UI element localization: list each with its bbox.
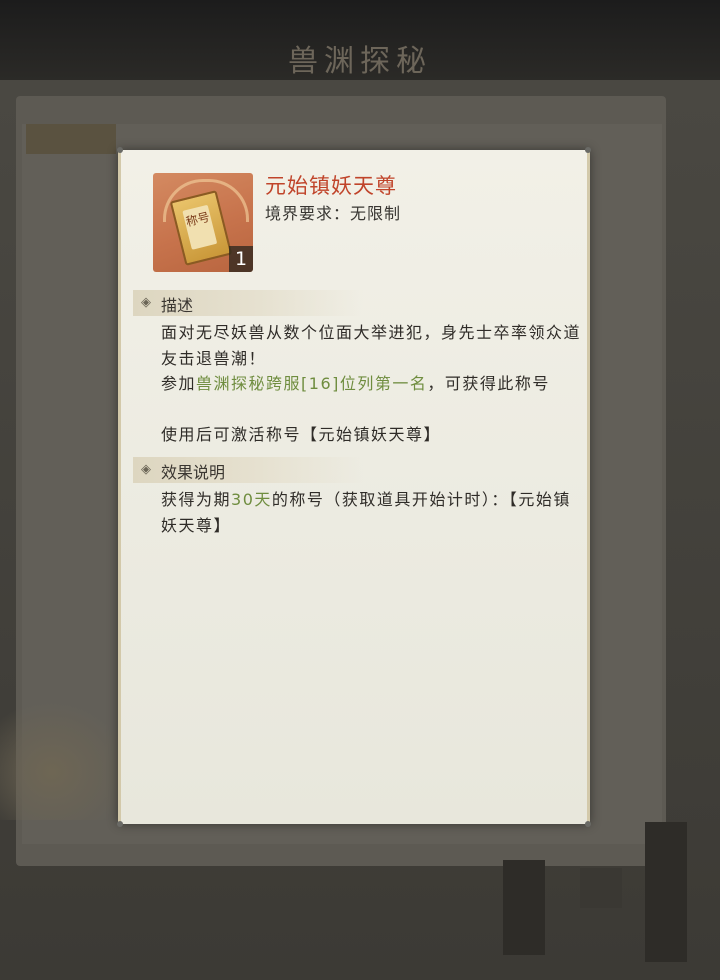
title-scroll-icon: 称号 1: [153, 173, 253, 272]
event-highlight: 兽渊探秘跨服[16]位列第一名: [196, 374, 428, 393]
background-pillar: [580, 868, 622, 908]
background-pillar: [503, 860, 545, 955]
description-line: 面对无尽妖兽从数个位面大举进犯，身先士卒率领众道友击退兽潮！: [161, 323, 582, 368]
game-screen: 兽渊探秘 称号 1 元始镇妖天尊 境界要求：无限制 ◈ 描述 面对无尽妖兽从数个…: [0, 0, 720, 980]
effect-text: 获得为期30天的称号（获取道具开始计时）：【元始镇妖天尊】: [161, 487, 581, 539]
description-line: 使用后可激活称号【元始镇妖天尊】: [161, 425, 442, 444]
diamond-bullet-icon: ◈: [141, 462, 151, 477]
effect-text-prefix: 获得为期: [161, 490, 232, 509]
panel-corner-stud: [585, 147, 591, 153]
panel-corner-stud: [117, 821, 123, 827]
duration-highlight: 30天: [231, 490, 272, 509]
diamond-bullet-icon: ◈: [141, 295, 151, 310]
background-cloud-decoration: [0, 700, 130, 820]
panel-corner-stud: [117, 147, 123, 153]
effect-header: ◈ 效果说明: [133, 457, 363, 483]
icon-book-label: 称号: [182, 204, 218, 250]
background-screen-title: 兽渊探秘: [288, 44, 432, 79]
description-header-label: 描述: [161, 296, 194, 315]
background-pillar: [645, 822, 687, 962]
description-header: ◈ 描述: [133, 290, 363, 316]
background-tab: [26, 124, 116, 154]
realm-requirement: 境界要求：无限制: [265, 204, 402, 223]
description-line: 参加兽渊探秘跨服[16]位列第一名，可获得此称号: [161, 371, 581, 397]
item-detail-panel: 称号 1 元始镇妖天尊 境界要求：无限制 ◈ 描述 面对无尽妖兽从数个位面大举进…: [117, 147, 591, 827]
effect-header-label: 效果说明: [161, 463, 226, 482]
description-text: 参加: [161, 374, 197, 393]
item-name: 元始镇妖天尊: [265, 174, 397, 198]
panel-corner-stud: [585, 821, 591, 827]
item-count-badge: 1: [229, 246, 253, 272]
description-text: ，可获得此称号: [427, 374, 550, 393]
